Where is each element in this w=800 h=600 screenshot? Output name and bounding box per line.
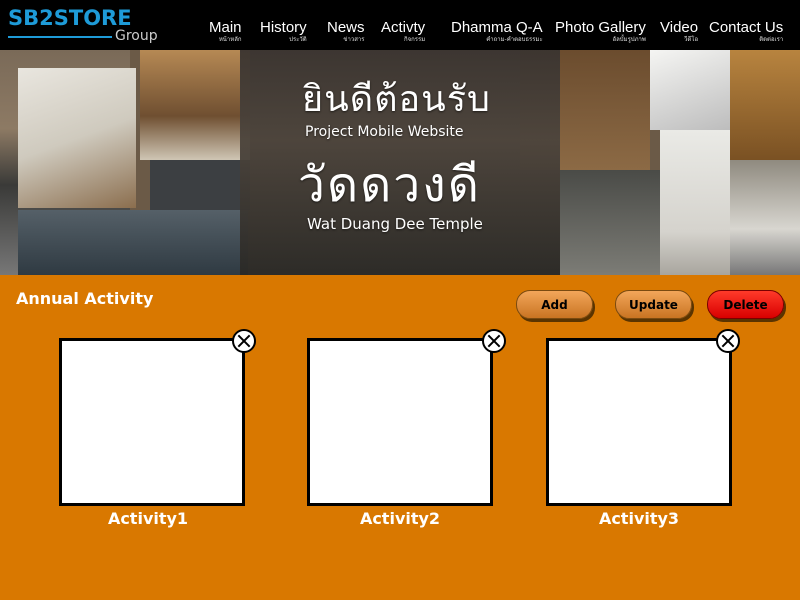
nav-sublabel: กิจกรรม (404, 36, 426, 43)
nav-label: Contact Us (709, 19, 784, 36)
nav-label: News (327, 19, 365, 36)
nav-sublabel: หน้าหลัก (218, 36, 242, 43)
nav-sublabel: คำถาม-คำตอบธรรมะ (486, 36, 543, 43)
nav-label: Dhamma Q-A (451, 19, 543, 36)
top-navigation-bar: SB2STORE Group Main หน้าหลัก History ประ… (0, 0, 800, 50)
nav-sublabel: ข่าวสาร (343, 36, 365, 43)
nav-item-news[interactable]: News ข่าวสาร (327, 19, 365, 44)
activity-label: Activity2 (359, 509, 441, 528)
nav-sublabel: ประวัติ (289, 36, 307, 43)
banner-photo (660, 130, 730, 275)
logo[interactable]: SB2STORE Group (8, 6, 163, 46)
close-icon[interactable] (232, 329, 256, 353)
banner-welcome-thai: ยินดีต้อนรับ (302, 79, 491, 120)
nav-label: Video (660, 19, 699, 36)
delete-button[interactable]: Delete (707, 290, 784, 319)
logo-sub-text: Group (115, 28, 158, 44)
nav-item-video[interactable]: Video วีดีโอ (660, 19, 698, 44)
banner-photo (18, 210, 248, 275)
nav-sublabel: ติดต่อเรา (759, 36, 784, 43)
nav-label: Photo Gallery (555, 19, 646, 36)
activity-label: Activity1 (107, 509, 189, 528)
nav-item-main[interactable]: Main หน้าหลัก (209, 19, 242, 44)
nav-item-contact-us[interactable]: Contact Us ติดต่อเรา (709, 19, 783, 44)
nav-item-history[interactable]: History ประวัติ (260, 19, 307, 44)
banner-photo (150, 160, 250, 210)
nav-item-activity[interactable]: Activty กิจกรรม (381, 19, 425, 44)
banner-photo (730, 160, 800, 275)
activity-card[interactable] (59, 338, 245, 506)
activity-card[interactable] (546, 338, 732, 506)
close-icon[interactable] (716, 329, 740, 353)
banner-welcome-english: Project Mobile Website (305, 124, 464, 140)
add-button[interactable]: Add (516, 290, 593, 319)
close-icon[interactable] (482, 329, 506, 353)
logo-underline (8, 36, 112, 38)
nav-label: History (260, 19, 307, 36)
banner-photo (650, 50, 730, 130)
logo-main-text: SB2STORE (8, 6, 132, 30)
nav-item-dhamma-qa[interactable]: Dhamma Q-A คำถาม-คำตอบธรรมะ (451, 19, 543, 44)
nav-sublabel: อัลบั้มรูปภาพ (612, 36, 646, 43)
section-title: Annual Activity (16, 289, 154, 308)
activity-card[interactable] (307, 338, 493, 506)
nav-sublabel: วีดีโอ (684, 36, 699, 43)
activity-label: Activity3 (598, 509, 680, 528)
banner-photo (18, 68, 136, 208)
banner-temple-english: Wat Duang Dee Temple (307, 215, 483, 233)
update-button[interactable]: Update (615, 290, 692, 319)
banner-photo (140, 50, 250, 160)
nav-label: Activty (381, 19, 426, 36)
hero-banner: ยินดีต้อนรับ Project Mobile Website วัดด… (0, 50, 800, 275)
banner-temple-thai: วัดดวงดี (298, 157, 481, 213)
nav-label: Main (209, 19, 242, 36)
banner-photo (730, 50, 800, 160)
nav-item-photo-gallery[interactable]: Photo Gallery อัลบั้มรูปภาพ (555, 19, 646, 44)
